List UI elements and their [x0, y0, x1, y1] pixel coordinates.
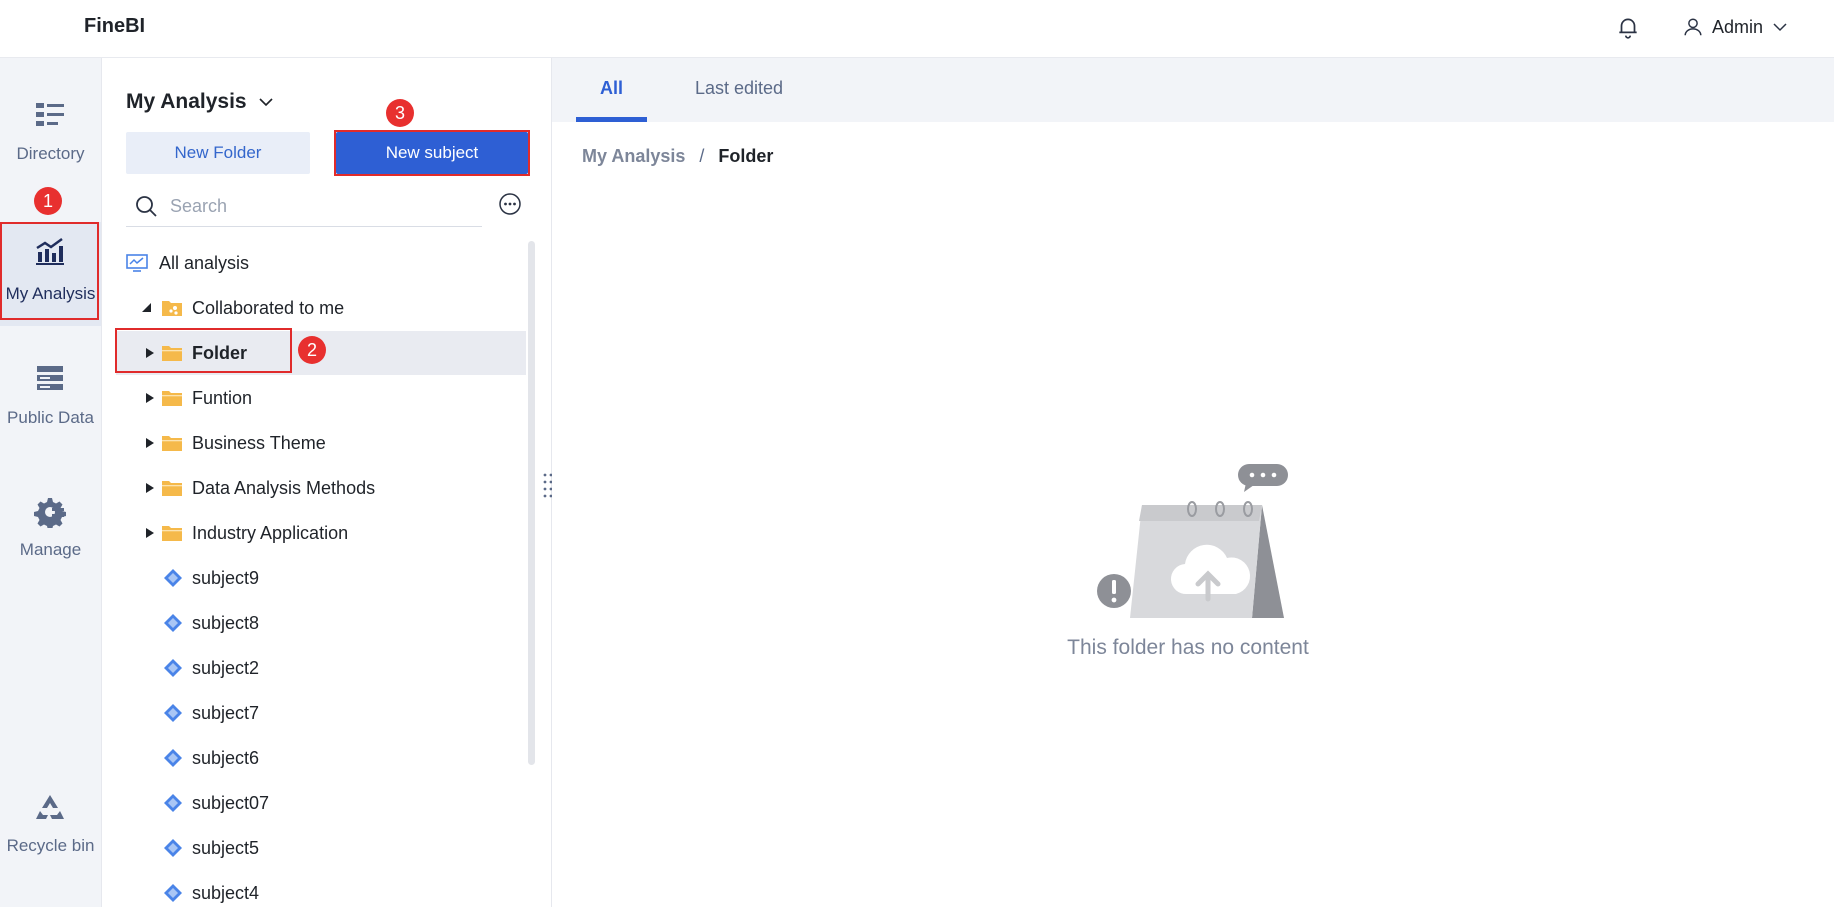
tree-item-industry-application[interactable]: Industry Application	[116, 511, 526, 555]
breadcrumb-separator: /	[699, 146, 705, 166]
tree-item-subject[interactable]: subject8	[116, 601, 526, 645]
tab-last-edited[interactable]: Last edited	[695, 78, 783, 99]
breadcrumb-parent[interactable]: My Analysis	[582, 146, 685, 167]
top-bar: FineBI Admin	[0, 0, 1834, 58]
panel-title-text: My Analysis	[126, 90, 247, 113]
empty-state-text: This folder has no content	[1067, 636, 1309, 659]
subject-icon	[164, 749, 182, 767]
tree-item-label: subject9	[192, 567, 260, 588]
subject-icon	[164, 794, 182, 812]
caret-right-icon[interactable]	[144, 527, 156, 539]
tab-active-indicator	[576, 117, 647, 122]
subject-icon	[164, 704, 182, 722]
tree-item-data-analysis-methods[interactable]: Data Analysis Methods	[116, 466, 526, 510]
tree-item-subject[interactable]: subject7	[116, 691, 526, 735]
folder-panel: My Analysis New Folder New subject All a…	[102, 58, 552, 907]
folder-icon	[162, 526, 182, 541]
nav-label-manage: Manage	[19, 540, 82, 559]
gear-icon	[34, 498, 66, 528]
breadcrumb-current: Folder	[718, 146, 774, 166]
tree-item-all-analysis[interactable]: All analysis	[116, 241, 526, 285]
nav-item-public-data[interactable]: Public Data	[0, 364, 101, 460]
panel-title[interactable]: My Analysis	[126, 90, 275, 114]
search-icon	[136, 196, 157, 217]
tree-item-funtion[interactable]: Funtion	[116, 376, 526, 420]
tree-item-label: subject8	[192, 612, 260, 633]
search-box	[126, 186, 482, 227]
step-marker-2: 2	[298, 336, 326, 364]
subject-icon	[164, 614, 182, 632]
folder-icon	[162, 481, 182, 496]
nav-item-manage[interactable]: Manage	[0, 496, 101, 592]
left-nav: Directory My Analysis Public Data Manage	[0, 58, 102, 907]
tree-item-business-theme[interactable]: Business Theme	[116, 421, 526, 465]
tree-item-label: subject2	[192, 657, 260, 678]
folder-icon	[162, 436, 182, 451]
nav-label-recycle-bin: Recycle bin	[6, 836, 95, 855]
tree-item-label: Data Analysis Methods	[192, 477, 376, 498]
database-icon	[37, 366, 63, 390]
chevron-down-icon	[1773, 23, 1787, 32]
tree-item-label: subject07	[192, 792, 270, 813]
caret-right-icon[interactable]	[144, 392, 156, 404]
tree-item-label: Business Theme	[192, 432, 326, 453]
tree-item-subject[interactable]: subject9	[116, 556, 526, 600]
main-content: All Last edited My Analysis / Folder Thi…	[552, 58, 1834, 907]
tree-item-label: subject5	[192, 837, 260, 858]
app-logo: FineBI	[84, 15, 146, 37]
nav-item-recycle-bin[interactable]: Recycle bin	[0, 792, 101, 888]
tree-scrollbar[interactable]	[528, 241, 535, 765]
tab-bar: All Last edited	[552, 58, 1834, 122]
user-menu[interactable]: Admin	[1682, 14, 1789, 40]
breadcrumb: My Analysis / Folder	[582, 146, 773, 167]
tree-item-collaborated[interactable]: Collaborated to me	[116, 286, 526, 330]
new-folder-button[interactable]: New Folder	[126, 132, 310, 174]
tree-item-subject[interactable]: subject6	[116, 736, 526, 780]
tab-all[interactable]: All	[600, 78, 623, 99]
user-icon	[1684, 18, 1702, 36]
tree-item-label: Industry Application	[192, 522, 349, 543]
nav-label-directory: Directory	[16, 144, 85, 163]
folder-icon	[162, 391, 182, 406]
shared-folder-icon	[162, 301, 182, 316]
user-name: Admin	[1712, 16, 1764, 37]
subject-icon	[164, 884, 182, 902]
more-options-icon[interactable]	[498, 192, 522, 216]
step-marker-1: 1	[34, 187, 62, 215]
empty-folder-illustration-icon	[1097, 464, 1288, 618]
tree-item-subject[interactable]: subject4	[116, 871, 526, 915]
highlight-box-new-subject	[334, 130, 530, 176]
tree-item-subject[interactable]: subject5	[116, 826, 526, 870]
tree-item-label: subject7	[192, 702, 260, 723]
subject-icon	[164, 659, 182, 677]
step-marker-3: 3	[386, 99, 414, 127]
recycle-icon	[36, 795, 64, 819]
caret-right-icon[interactable]	[144, 437, 156, 449]
tree-item-label: Funtion	[192, 387, 253, 408]
tree-item-subject[interactable]: subject2	[116, 646, 526, 690]
list-icon	[36, 103, 64, 126]
highlight-box-my-analysis	[0, 222, 99, 320]
monitor-icon	[126, 254, 148, 272]
subject-icon	[164, 839, 182, 857]
tree-item-label: Collaborated to me	[192, 297, 345, 318]
search-input[interactable]	[168, 194, 472, 218]
tree-item-subject[interactable]: subject07	[116, 781, 526, 825]
nav-label-public-data: Public Data	[7, 408, 94, 427]
caret-right-icon[interactable]	[144, 482, 156, 494]
bell-icon[interactable]	[1615, 14, 1641, 40]
tree-item-label: All analysis	[159, 252, 250, 273]
caret-down-icon[interactable]	[141, 302, 153, 314]
nav-item-directory[interactable]: Directory	[0, 100, 101, 196]
subject-icon	[164, 569, 182, 587]
tree-item-label: subject4	[192, 882, 260, 903]
chevron-down-icon	[259, 98, 273, 107]
highlight-box-folder	[115, 328, 292, 373]
tree-item-label: subject6	[192, 747, 260, 768]
